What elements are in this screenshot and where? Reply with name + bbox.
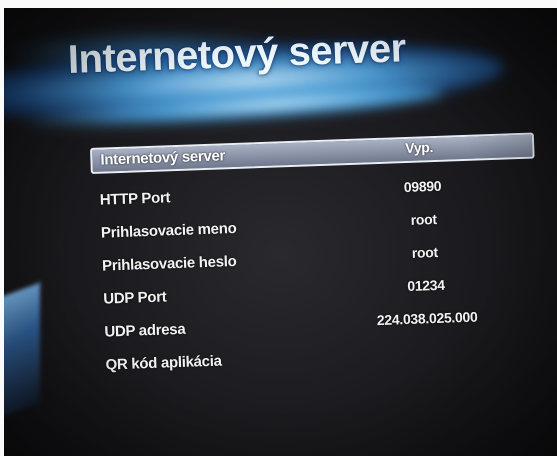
menu-item-label: UDP Port xyxy=(102,288,167,308)
menu-item-value: 01234 xyxy=(407,276,445,295)
menu-item-value: root xyxy=(410,210,437,228)
menu-item-value: 09890 xyxy=(403,177,442,196)
photo-background: Internetový server Internetový server Vy… xyxy=(0,0,557,456)
menu-item-label: Prihlasovacie meno xyxy=(100,219,237,242)
menu-item-label: QR kód aplikácia xyxy=(105,352,222,374)
menu-item-value: Vyp. xyxy=(404,139,434,156)
menu-item-label: Internetový server xyxy=(100,147,226,169)
menu-item-label: HTTP Port xyxy=(99,189,171,209)
menu-item-value: 224.038.025.000 xyxy=(376,308,478,329)
menu-item-value xyxy=(353,341,503,346)
tv-screen: Internetový server Internetový server Vy… xyxy=(4,8,557,456)
menu-item-label: Prihlasovacie heslo xyxy=(101,252,237,275)
menu-item-internet-server[interactable]: Internetový server Vyp. xyxy=(90,132,535,174)
menu-item-label: UDP adresa xyxy=(104,320,186,341)
side-glow-panel xyxy=(4,282,40,418)
settings-menu: Internetový server Vyp. HTTP Port 09890 … xyxy=(90,132,542,383)
menu-item-value: root xyxy=(411,243,439,261)
